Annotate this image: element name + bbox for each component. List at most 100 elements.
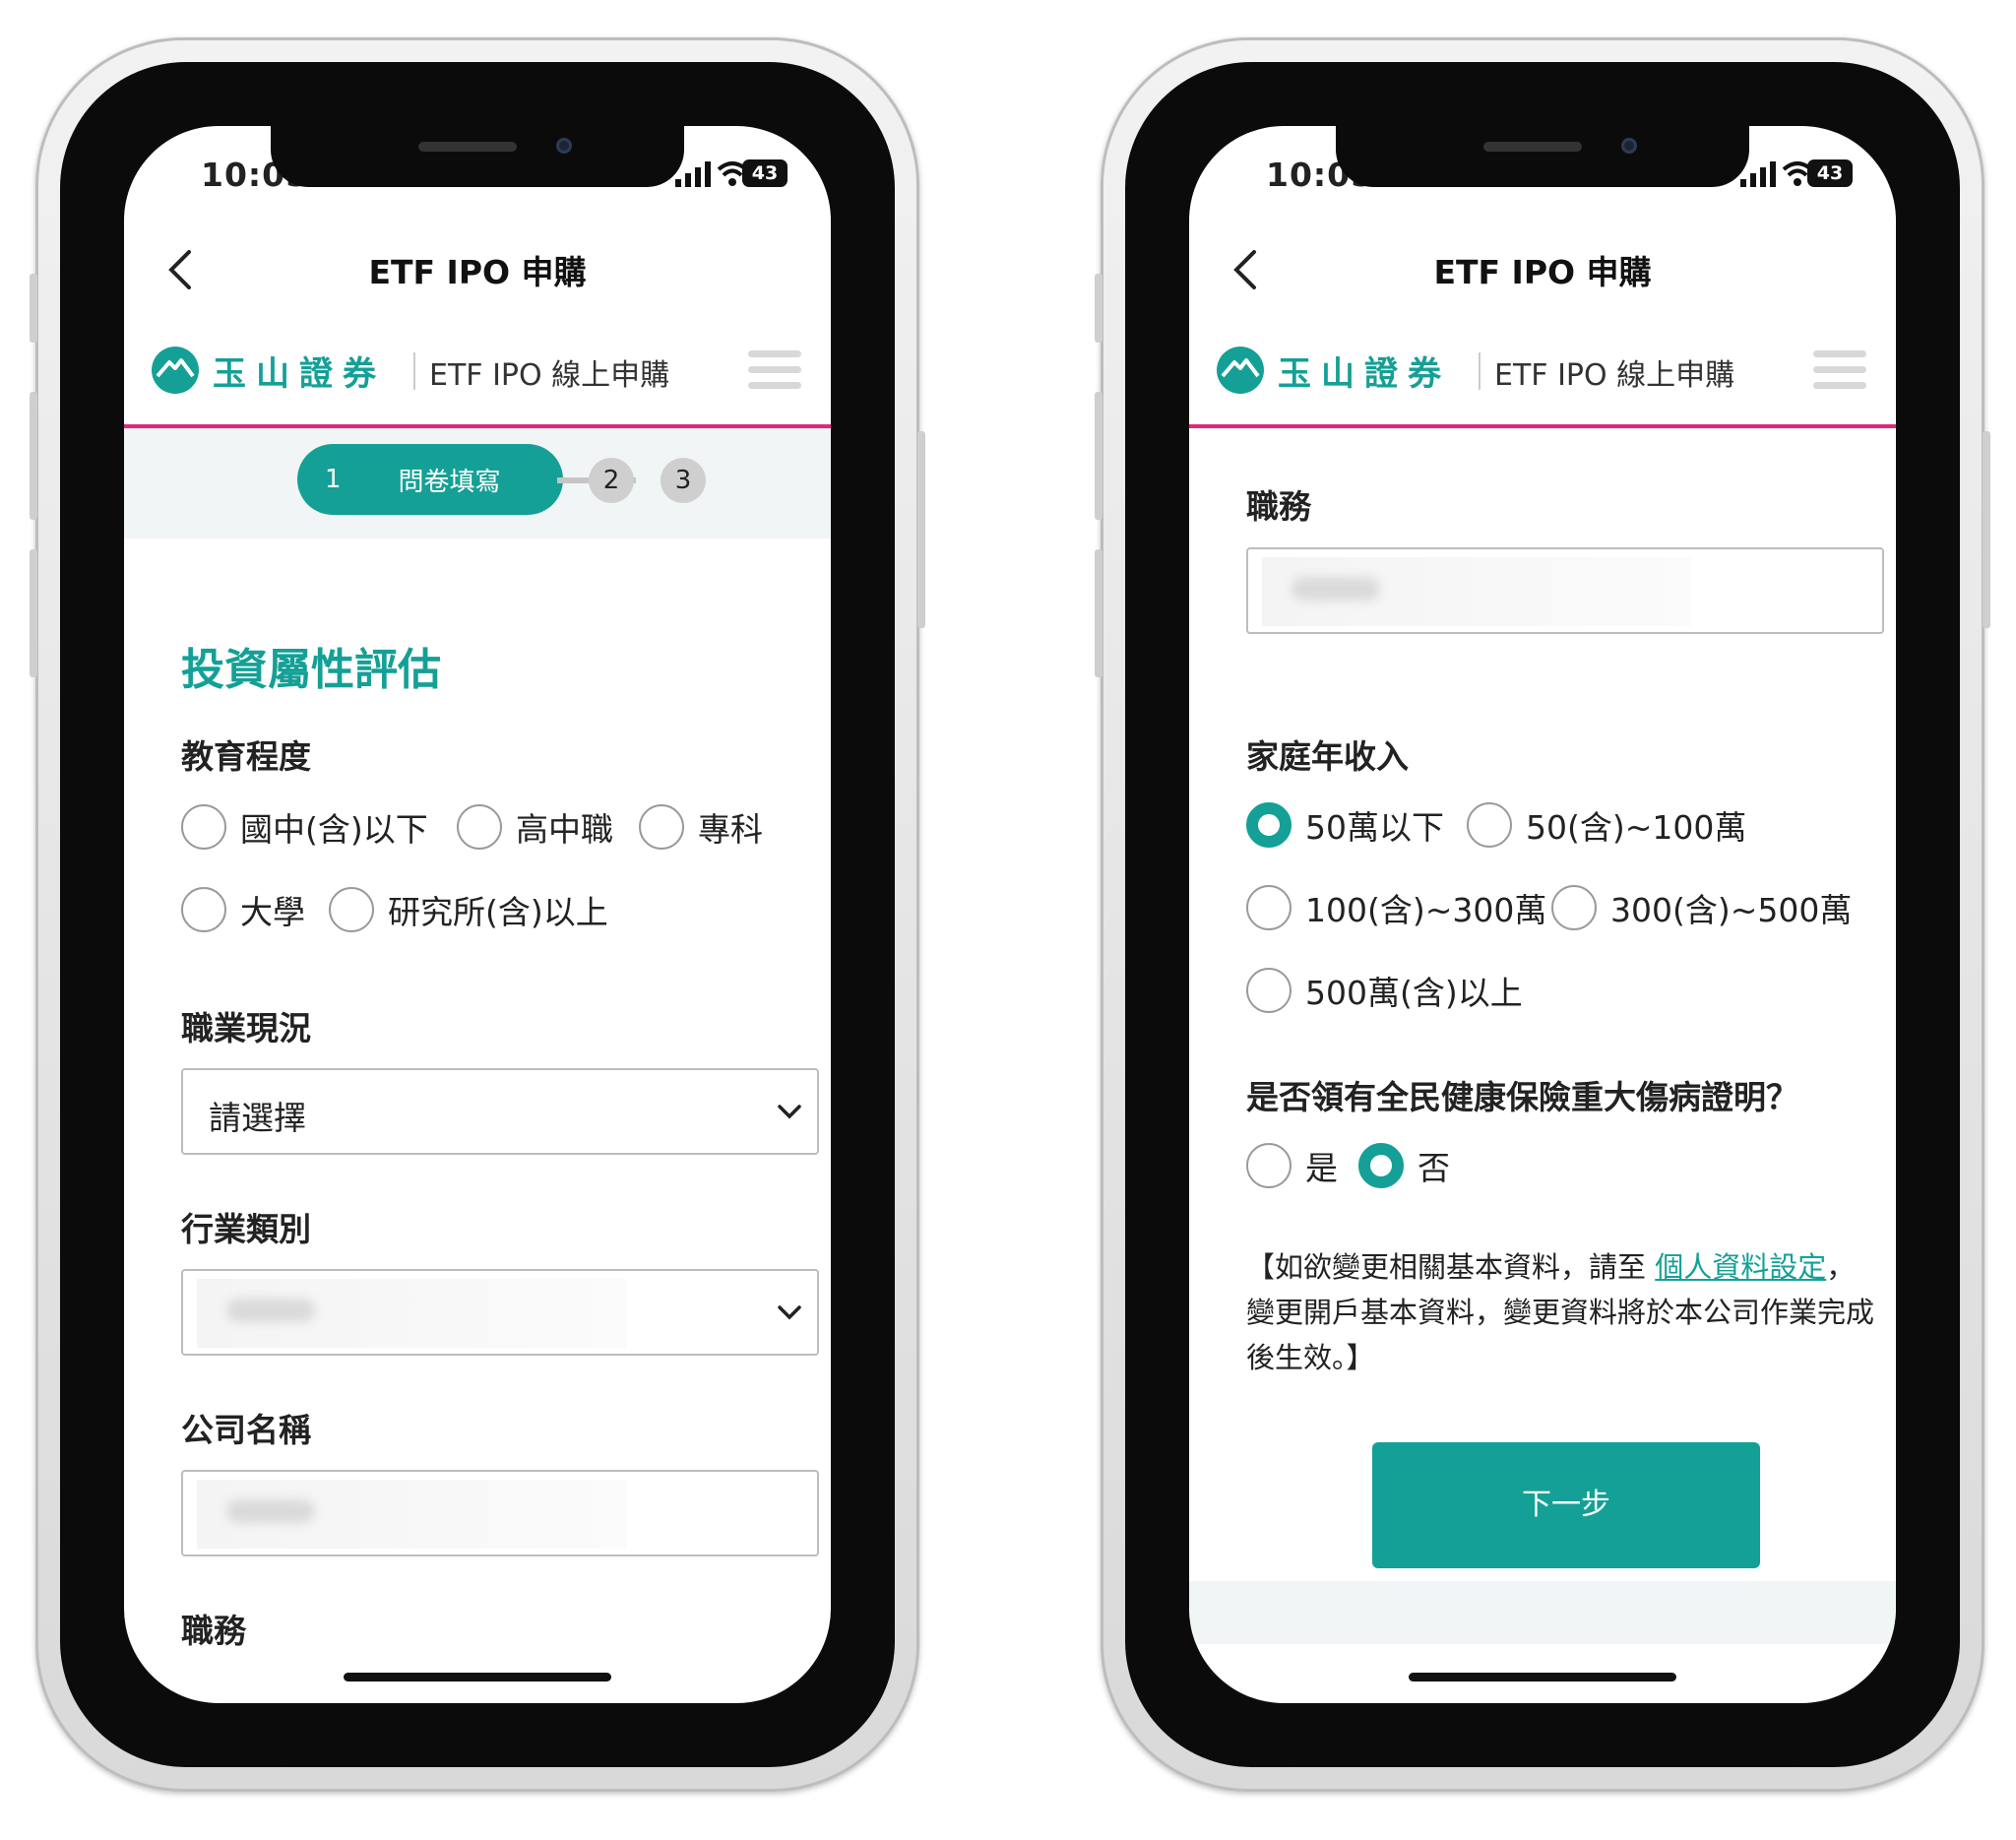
radio-circle[interactable]	[457, 804, 502, 850]
chevron-down-icon	[778, 1105, 801, 1119]
brand-name: 玉山證券	[1278, 354, 1451, 394]
notch	[1336, 126, 1749, 187]
note-text-pre: 【如欲變更相關基本資料，請至	[1246, 1250, 1656, 1284]
radio-circle[interactable]	[1467, 802, 1512, 848]
illness-label: 是否領有全民健康保險重大傷病證明？	[1246, 1078, 1798, 1116]
radio-income-100-300[interactable]: 100(含)~300萬	[1246, 884, 1546, 931]
radio-circle[interactable]	[1246, 968, 1292, 1013]
radio-circle[interactable]	[1246, 1143, 1292, 1188]
step-2: 2	[589, 458, 634, 503]
redacted-value	[197, 1279, 626, 1348]
info-note: 【如欲變更相關基本資料，請至 個人資料設定，變更開戶基本資料，變更資料將於本公司…	[1246, 1244, 1876, 1380]
radio-circle[interactable]	[1246, 885, 1292, 930]
battery-icon: 43	[1807, 159, 1853, 187]
radio-illness-yes[interactable]: 是	[1246, 1142, 1338, 1189]
footer-area	[1189, 1581, 1896, 1644]
radio-illness-no[interactable]: 否	[1358, 1142, 1450, 1189]
hamburger-menu-icon[interactable]	[1813, 350, 1866, 394]
power-button	[917, 431, 925, 628]
radio-label: 100(含)~300萬	[1305, 891, 1547, 929]
radio-education-graduate[interactable]: 研究所(含)以上	[329, 886, 608, 933]
volume-down-button	[1095, 549, 1102, 677]
battery-icon: 43	[742, 159, 788, 187]
mountain-logo-icon	[1217, 347, 1264, 394]
radio-label: 500萬(含)以上	[1305, 974, 1523, 1012]
phone-left: 10:05 43 ETF IPO 申購 玉山證券 ETF IPO 線上申購 1 …	[30, 37, 925, 1792]
radio-circle[interactable]	[181, 804, 226, 850]
radio-label: 高中職	[516, 810, 613, 849]
company-label: 公司名稱	[181, 1411, 311, 1449]
radio-education-senior-high[interactable]: 高中職	[457, 803, 613, 851]
radio-circle[interactable]	[181, 887, 226, 932]
personal-settings-link[interactable]: 個人資料設定	[1655, 1250, 1826, 1284]
mute-switch	[1095, 274, 1102, 343]
brand-divider	[1479, 352, 1480, 390]
select-value: 請選擇	[209, 1099, 306, 1137]
phone-right: 10:05 43 ETF IPO 申購 玉山證券 ETF IPO 線上申購 職務…	[1095, 37, 1990, 1792]
radio-label: 大學	[240, 893, 305, 931]
next-step-button[interactable]: 下一步	[1372, 1442, 1760, 1568]
hamburger-menu-icon[interactable]	[748, 350, 801, 394]
screen-left: 10:05 43 ETF IPO 申購 玉山證券 ETF IPO 線上申購 1 …	[124, 126, 831, 1703]
step-3: 3	[661, 458, 706, 503]
radio-education-college[interactable]: 專科	[639, 803, 763, 851]
chevron-down-icon	[778, 1305, 801, 1320]
notch	[271, 126, 684, 187]
radio-income-300-500[interactable]: 300(含)~500萬	[1551, 884, 1852, 931]
radio-circle[interactable]	[1551, 885, 1597, 930]
radio-label: 專科	[698, 810, 763, 849]
bezel: 10:05 43 ETF IPO 申購	[1125, 62, 1960, 1767]
step-1-number: 1	[325, 465, 342, 494]
nav-title: ETF IPO 申購	[1433, 253, 1652, 291]
occupation-status-label: 職業現況	[181, 1009, 311, 1047]
volume-up-button	[1095, 392, 1102, 520]
income-label: 家庭年收入	[1246, 737, 1409, 776]
redacted-value	[1262, 557, 1691, 626]
power-button	[1983, 431, 1990, 628]
mute-switch	[30, 274, 37, 343]
volume-up-button	[30, 392, 37, 520]
radio-label: 50(含)~100萬	[1526, 808, 1747, 847]
radio-label: 50萬以下	[1305, 808, 1444, 847]
radio-income-over-500[interactable]: 500萬(含)以上	[1246, 967, 1523, 1014]
radio-circle-selected[interactable]	[1358, 1143, 1404, 1188]
speaker	[1483, 142, 1582, 152]
brand-subtitle: ETF IPO 線上申購	[429, 358, 670, 393]
radio-label: 國中(含)以下	[240, 810, 428, 849]
brand-subtitle: ETF IPO 線上申購	[1494, 358, 1735, 393]
section-title: 投資屬性評估	[181, 645, 441, 695]
radio-label: 是	[1305, 1149, 1338, 1187]
position-label: 職務	[1246, 487, 1311, 526]
home-indicator[interactable]	[344, 1673, 611, 1681]
radio-income-50-100[interactable]: 50(含)~100萬	[1467, 801, 1746, 849]
speaker	[418, 142, 517, 152]
step-1-label: 問卷填寫	[398, 467, 501, 497]
radio-circle-selected[interactable]	[1246, 802, 1292, 848]
screen-right: 10:05 43 ETF IPO 申購 玉山證券 ETF IPO 線上申購 職務…	[1189, 126, 1896, 1703]
radio-label: 研究所(含)以上	[388, 893, 608, 931]
camera	[556, 138, 572, 154]
camera	[1621, 138, 1637, 154]
industry-select[interactable]	[181, 1269, 819, 1356]
brand-name: 玉山證券	[213, 354, 386, 394]
radio-circle[interactable]	[639, 804, 684, 850]
bezel: 10:05 43 ETF IPO 申購	[60, 62, 895, 1767]
radio-income-under-50[interactable]: 50萬以下	[1246, 801, 1444, 849]
home-indicator[interactable]	[1409, 1673, 1676, 1681]
industry-label: 行業類別	[181, 1210, 311, 1248]
occupation-status-select[interactable]: 請選擇	[181, 1068, 819, 1155]
radio-label: 300(含)~500萬	[1610, 891, 1853, 929]
radio-circle[interactable]	[329, 887, 374, 932]
position-input[interactable]	[1246, 547, 1884, 634]
nav-title: ETF IPO 申購	[368, 253, 587, 291]
brand-header: 玉山證券 ETF IPO 線上申購	[1189, 313, 1896, 428]
volume-down-button	[30, 549, 37, 677]
nav-bar: ETF IPO 申購	[1189, 224, 1896, 313]
company-input[interactable]	[181, 1470, 819, 1556]
redacted-value	[197, 1480, 626, 1549]
brand-divider	[413, 352, 415, 390]
radio-education-university[interactable]: 大學	[181, 886, 305, 933]
radio-education-junior-high[interactable]: 國中(含)以下	[181, 803, 428, 851]
radio-label: 否	[1418, 1149, 1450, 1187]
step-1-active: 1 問卷填寫	[297, 444, 563, 515]
